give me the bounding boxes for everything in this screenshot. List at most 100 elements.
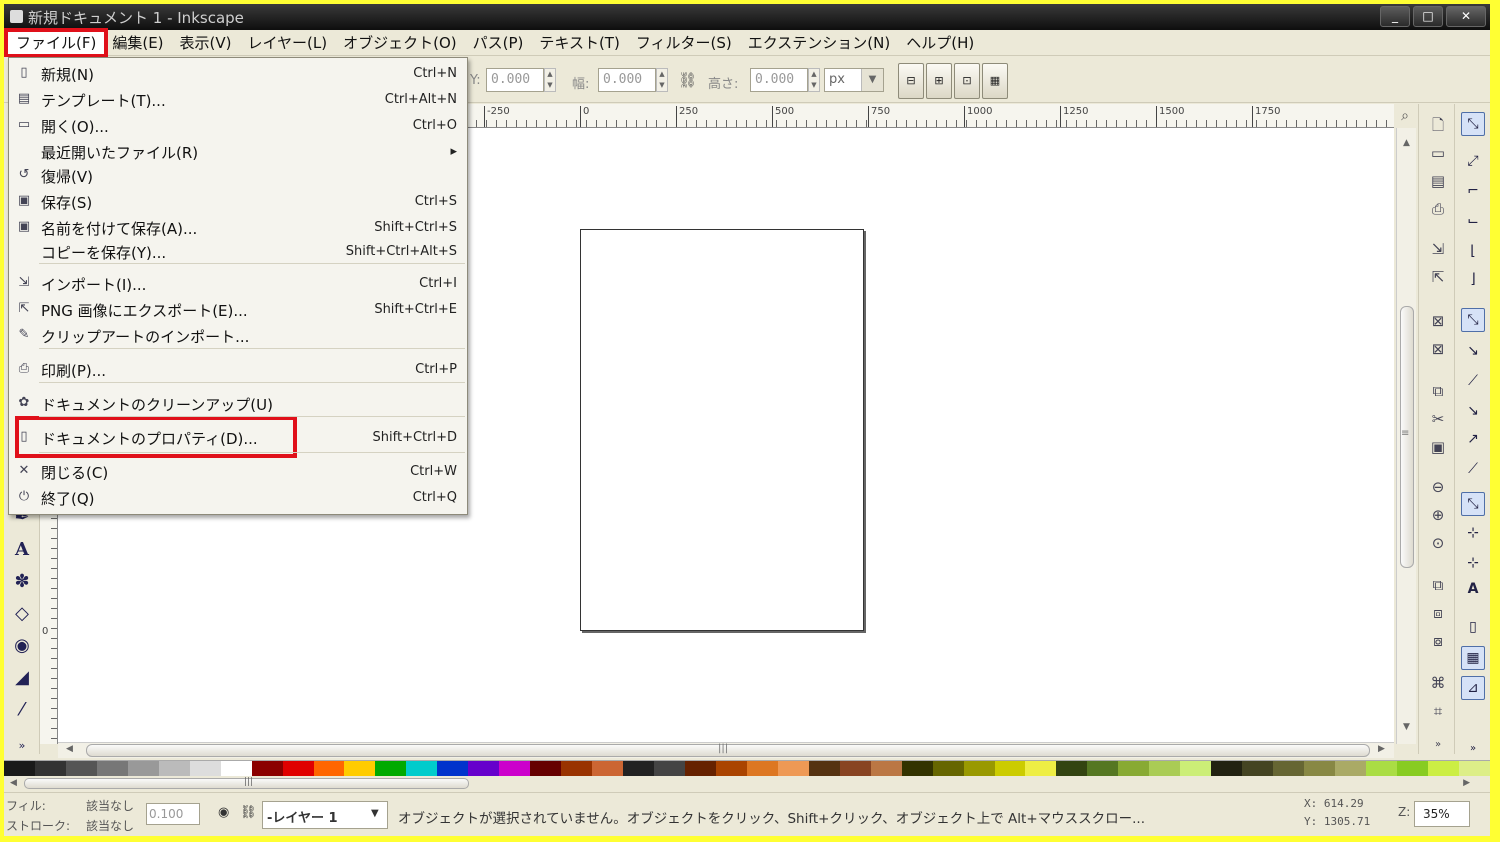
- export-icon[interactable]: ⇱: [1427, 266, 1449, 288]
- file-menu-item[interactable]: ⏻ 終了(Q) Ctrl+Q: [9, 486, 467, 510]
- menu-filters[interactable]: フィルター(S): [628, 32, 740, 54]
- menu-path[interactable]: パス(P): [465, 32, 532, 54]
- scale-stroke-icon[interactable]: ⊟: [898, 63, 924, 99]
- dropper-tool-icon[interactable]: ⁄: [8, 696, 36, 724]
- lock-icon[interactable]: ⛓: [678, 71, 697, 89]
- palette-swatch[interactable]: [870, 761, 902, 776]
- file-menu-item[interactable]: コピーを保存(Y)... Shift+Ctrl+Alt+S: [9, 240, 467, 264]
- palette-swatch[interactable]: [406, 761, 438, 776]
- palette-swatch[interactable]: [715, 761, 747, 776]
- duplicate-icon[interactable]: ⧉: [1427, 574, 1449, 596]
- scroll-left-icon[interactable]: ◀: [66, 744, 73, 754]
- palette-swatch[interactable]: [468, 761, 500, 776]
- palette-swatch[interactable]: [1396, 761, 1428, 776]
- height-spinner[interactable]: ▲ ▼: [808, 68, 820, 92]
- stroke-value[interactable]: 該当なし: [86, 817, 134, 834]
- palette-swatch[interactable]: [34, 761, 66, 776]
- snap-bbox-icon[interactable]: ⤢: [1461, 150, 1485, 174]
- palette-swatch[interactable]: [623, 761, 655, 776]
- zoom-page-icon[interactable]: ⊙: [1427, 532, 1449, 554]
- ungroup-icon[interactable]: ⌗: [1427, 700, 1449, 722]
- scroll-down-icon[interactable]: ▼: [1403, 722, 1410, 732]
- file-menu-item[interactable]: ▯ 新規(N) Ctrl+N: [9, 62, 467, 86]
- minimize-button[interactable]: _: [1380, 6, 1410, 27]
- menu-edit[interactable]: 編集(E): [104, 32, 171, 54]
- palette-swatch[interactable]: [127, 761, 159, 776]
- palette-swatch[interactable]: [189, 761, 221, 776]
- menu-view[interactable]: 表示(V): [172, 32, 240, 54]
- scroll-right-icon[interactable]: ▶: [1378, 744, 1385, 754]
- file-menu-item[interactable]: ▣ 名前を付けて保存(A)... Shift+Ctrl+S: [9, 216, 467, 240]
- menu-help[interactable]: ヘルプ(H): [898, 32, 982, 54]
- scroll-left-icon[interactable]: ◀: [10, 778, 17, 788]
- palette-swatch[interactable]: [344, 761, 376, 776]
- unit-select[interactable]: px ▼: [824, 68, 884, 92]
- eraser-tool-icon[interactable]: ◇: [8, 600, 36, 628]
- palette-swatch[interactable]: [1242, 761, 1274, 776]
- zoom-selection-icon[interactable]: ⊖: [1427, 476, 1449, 498]
- palette-swatch[interactable]: [96, 761, 128, 776]
- snap-bbox-center-icon[interactable]: ⌋: [1461, 268, 1485, 292]
- snap-intersections-icon[interactable]: ⟋: [1461, 370, 1485, 394]
- palette-swatch[interactable]: [1273, 761, 1305, 776]
- palette-swatch[interactable]: [746, 761, 778, 776]
- spray-tool-icon[interactable]: ✽: [8, 568, 36, 596]
- palette-swatch[interactable]: [1025, 761, 1057, 776]
- move-patterns-icon[interactable]: ▦: [982, 63, 1008, 99]
- palette-swatch[interactable]: [901, 761, 933, 776]
- file-menu-item[interactable]: ▯ ドキュメントのプロパティ(D)... Shift+Ctrl+D: [9, 426, 467, 450]
- document-page[interactable]: [580, 229, 864, 631]
- copy-icon[interactable]: ⧉: [1427, 380, 1449, 402]
- opacity-input[interactable]: 0.100: [146, 803, 200, 825]
- palette-swatch[interactable]: [1304, 761, 1335, 776]
- import-icon[interactable]: ⇲: [1427, 238, 1449, 260]
- menu-file[interactable]: ファイル(F): [4, 27, 109, 58]
- y-input[interactable]: 0.000: [486, 68, 544, 92]
- palette-swatch[interactable]: [777, 761, 809, 776]
- snap-toggle-icon[interactable]: ⤡: [1461, 112, 1485, 136]
- fill-value[interactable]: 該当なし: [86, 797, 134, 814]
- palette-swatch[interactable]: [313, 761, 345, 776]
- gradient-tool-icon[interactable]: ◢: [8, 664, 36, 692]
- zoom-drawing-icon[interactable]: ⊕: [1427, 504, 1449, 526]
- palette-swatch[interactable]: [1458, 761, 1490, 776]
- print-icon[interactable]: ⎙: [1427, 198, 1449, 220]
- scroll-right-icon[interactable]: ▶: [1463, 778, 1470, 788]
- palette-swatch[interactable]: [1056, 761, 1088, 776]
- snap-nodes-icon[interactable]: ⤡: [1461, 308, 1485, 332]
- menu-object[interactable]: オブジェクト(O): [335, 32, 465, 54]
- file-menu-item[interactable]: 最近開いたファイル(R) ▸: [9, 140, 467, 164]
- height-input[interactable]: 0.000: [750, 68, 808, 92]
- clone-icon[interactable]: ⧈: [1427, 602, 1449, 624]
- paste-icon[interactable]: ▣: [1427, 436, 1449, 458]
- palette-swatch[interactable]: [1211, 761, 1243, 776]
- cut-icon[interactable]: ✂: [1427, 408, 1449, 430]
- move-gradients-icon[interactable]: ⊡: [954, 63, 980, 99]
- menu-text[interactable]: テキスト(T): [531, 32, 627, 54]
- palette-swatch[interactable]: [994, 761, 1026, 776]
- snap-page-border-icon[interactable]: ▯: [1461, 616, 1485, 640]
- group-icon[interactable]: ⌘: [1427, 672, 1449, 694]
- palette-swatch[interactable]: [1118, 761, 1150, 776]
- undo-icon[interactable]: ⊠: [1427, 310, 1449, 332]
- expand-commands-icon[interactable]: »: [1427, 734, 1449, 756]
- snap-bbox-midpoint-icon[interactable]: ⌊: [1461, 240, 1485, 264]
- palette-swatch[interactable]: [220, 761, 252, 776]
- palette-swatch[interactable]: [530, 761, 562, 776]
- palette-swatch[interactable]: [808, 761, 840, 776]
- palette-swatch[interactable]: [1334, 761, 1366, 776]
- snap-others-icon[interactable]: ⤡: [1461, 492, 1485, 516]
- snap-text-baseline-icon[interactable]: A: [1461, 578, 1485, 602]
- menu-extensions[interactable]: エクステンション(N): [740, 32, 898, 54]
- scale-corners-icon[interactable]: ⊞: [926, 63, 952, 99]
- menu-layer[interactable]: レイヤー(L): [240, 32, 336, 54]
- palette-swatch[interactable]: [251, 761, 283, 776]
- close-window-button[interactable]: ✕: [1446, 6, 1486, 27]
- palette-scrollbar[interactable]: ◀ ||| ▶: [4, 776, 1490, 792]
- new-document-icon[interactable]: 🗋: [1427, 114, 1449, 136]
- snap-paths-icon[interactable]: ↘: [1461, 340, 1485, 364]
- open-folder-icon[interactable]: ▭: [1427, 142, 1449, 164]
- palette-swatch[interactable]: [4, 761, 35, 776]
- palette-swatch[interactable]: [963, 761, 995, 776]
- palette-swatch[interactable]: [1087, 761, 1119, 776]
